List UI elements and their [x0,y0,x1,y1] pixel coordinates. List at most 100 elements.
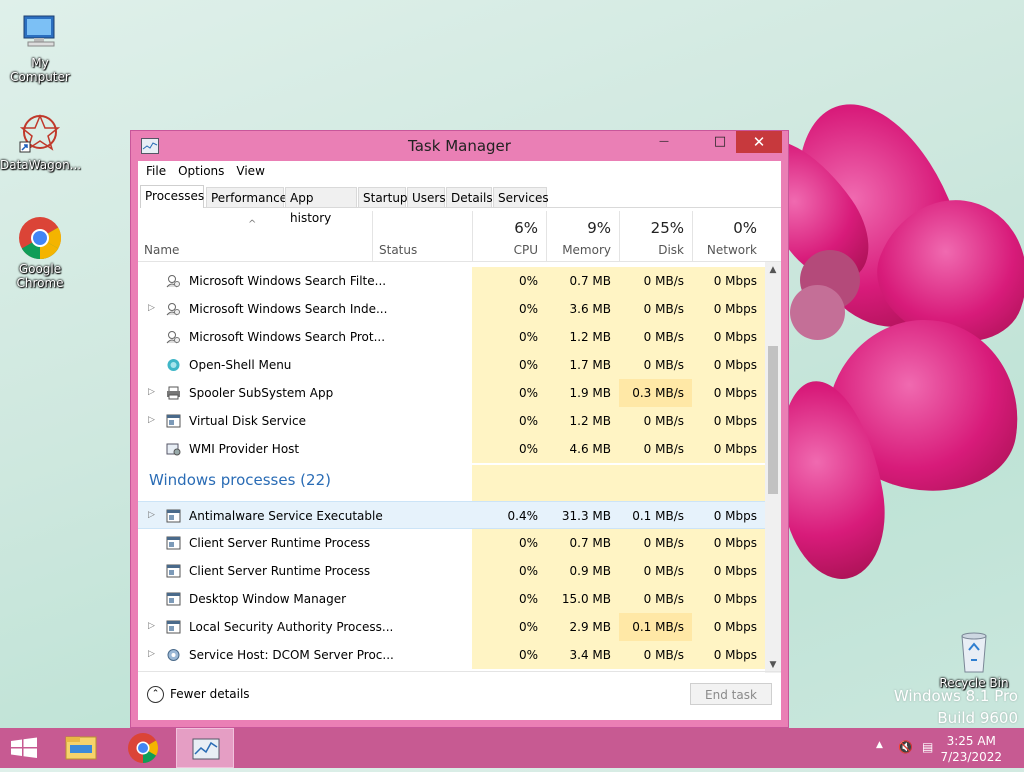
expand-chevron-icon[interactable]: ▷ [148,387,155,397]
disk-cell: 0 MB/s [619,641,692,669]
memory-cell: 1.9 MB [546,379,619,407]
scroll-thumb[interactable] [768,346,778,494]
group-header-windows-processes[interactable]: Windows processes (22) [138,465,765,501]
datawagon-icon [18,112,62,156]
network-cell: 0 Mbps [692,585,765,613]
cpu-cell: 0.4% [507,509,539,523]
start-button[interactable] [0,728,48,768]
column-cpu[interactable]: 6% CPU [472,211,546,261]
expand-chevron-icon[interactable]: ▷ [148,621,155,631]
cpu-cell: 0% [472,323,546,351]
process-name: Microsoft Windows Search Filte... [189,274,387,288]
process-row[interactable]: ▷ Spooler SubSystem App 0% 1.9 MB 0.3 MB/s 0 … [138,379,765,407]
process-row[interactable]: ▷ Virtual Disk Service 0% 1.2 MB 0 MB/s 0 Mbp… [138,407,765,435]
process-row[interactable]: Client Server Runtime Process 0% 0.9 MB 0 M… [138,557,765,585]
taskbar-task-manager[interactable] [176,728,234,768]
speaker-muted-icon[interactable]: 🔇 [898,740,913,754]
close-button[interactable]: ✕ [736,131,782,153]
computer-icon [18,10,62,54]
show-hidden-icons-icon[interactable]: ▲ [876,740,883,750]
clock-time: 3:25 AM [946,734,996,748]
process-row[interactable]: WMI Provider Host 0% 4.6 MB 0 MB/s 0 Mbps [138,435,765,463]
cpu-total: 6% [514,219,538,237]
expand-chevron-icon[interactable]: ▷ [148,303,155,313]
tab-details[interactable]: Details [446,187,493,207]
menu-file[interactable]: File [140,164,172,178]
network-total: 0% [733,219,757,237]
column-disk[interactable]: 25% Disk [619,211,692,261]
tab-services[interactable]: Services [493,187,549,207]
clock[interactable]: 3:25 AM 7/23/2022 [940,733,1002,765]
memory-total: 9% [587,219,611,237]
column-memory[interactable]: 9% Memory [546,211,619,261]
process-row[interactable]: Open-Shell Menu 0% 1.7 MB 0 MB/s 0 Mbps [138,351,765,379]
end-task-button[interactable]: End task [690,683,772,705]
cpu-cell: 0% [472,435,546,463]
column-name[interactable]: Name [144,243,179,257]
process-row[interactable]: Client Server Runtime Process 0% 0.7 MB 0 M… [138,529,765,557]
tab-startup[interactable]: Startup [358,187,408,207]
maximize-button[interactable]: □ [706,131,734,153]
task-manager-window: Task Manager — □ ✕ File Options View Pro… [130,130,789,728]
column-network[interactable]: 0% Network [692,211,765,261]
service-window-icon [166,620,181,634]
title-bar[interactable]: Task Manager — □ ✕ [131,131,788,161]
process-name: WMI Provider Host [189,442,300,456]
group-disk-cell [619,465,692,501]
memory-cell: 1.2 MB [546,323,619,351]
cpu-cell: 0% [472,585,546,613]
network-icon[interactable]: ▤ [922,740,933,754]
process-row[interactable]: ▷ Local Security Authority Process... 0% 2.… [138,613,765,641]
memory-cell: 1.2 MB [546,407,619,435]
expand-chevron-icon[interactable]: ▷ [148,510,155,520]
process-row[interactable]: Desktop Window Manager 0% 15.0 MB 0 MB/s 0 M… [138,585,765,613]
menu-bar: File Options View [138,161,781,181]
process-name: Antimalware Service Executable [189,509,383,523]
cpu-cell: 0% [472,351,546,379]
service-window-icon [166,536,181,550]
tab-app-history[interactable]: App history [285,187,357,225]
tab-processes[interactable]: Processes [140,185,204,208]
network-cell: 0 Mbps [692,407,765,435]
vertical-scrollbar[interactable]: ▲ ▼ [765,262,781,673]
expand-chevron-icon[interactable]: ▷ [148,649,155,659]
process-name: Microsoft Windows Search Prot... [189,330,386,344]
desktop-icon-google-chrome[interactable]: Google Chrome [0,216,80,290]
tab-performance[interactable]: Performance [206,187,287,207]
chrome-icon [128,733,159,763]
column-memory-label: Memory [562,243,611,257]
tab-users[interactable]: Users [407,187,446,207]
fewer-details-label: Fewer details [170,687,250,701]
service-window-icon [166,414,181,428]
column-cpu-label: CPU [513,243,538,257]
process-row[interactable]: ▷ Service Host: DCOM Server Proc... 0% 3.4 … [138,641,765,669]
cpu-cell: 0% [472,613,546,641]
process-name: Client Server Runtime Process [189,564,371,578]
minimize-button[interactable]: — [650,131,678,153]
scroll-up-icon[interactable]: ▲ [765,262,781,278]
process-row[interactable]: Microsoft Windows Search Filte... 0% 0.7 M… [138,267,765,295]
desktop-icon-my-computer[interactable]: My Computer [0,10,80,84]
clock-date: 7/23/2022 [940,750,1002,764]
column-status[interactable]: Status [372,211,472,261]
taskbar-chrome[interactable] [119,728,167,768]
desktop-icon-recycle-bin[interactable]: Recycle Bin [934,630,1014,690]
disk-cell: 0 MB/s [619,407,692,435]
process-row[interactable]: ▷ Antimalware Service Executable 0.4% 31.3 … [138,501,765,529]
expand-chevron-icon[interactable]: ▷ [148,415,155,425]
cpu-cell: 0% [472,529,546,557]
column-status-label: Status [379,243,418,257]
menu-options[interactable]: Options [172,164,230,178]
cpu-cell: 0% [472,407,546,435]
disk-cell: 0 MB/s [619,435,692,463]
process-row[interactable]: ▷ Microsoft Windows Search Inde... 0% 3.6 M… [138,295,765,323]
process-row[interactable]: Microsoft Windows Search Prot... 0% 1.2 MB… [138,323,765,351]
disk-cell: 0 MB/s [619,295,692,323]
group-title: Windows processes (22) [149,471,331,489]
column-header: ^ Name Status 6% CPU 9% Memory 25% Disk … [138,211,781,262]
fewer-details-button[interactable]: ⌃ Fewer details [147,686,250,703]
desktop-icon-datawagon[interactable]: DataWagon... [0,112,81,172]
taskbar-file-explorer[interactable] [57,728,105,768]
menu-view[interactable]: View [230,164,270,178]
disk-cell: 0.1 MB/s [632,509,684,523]
